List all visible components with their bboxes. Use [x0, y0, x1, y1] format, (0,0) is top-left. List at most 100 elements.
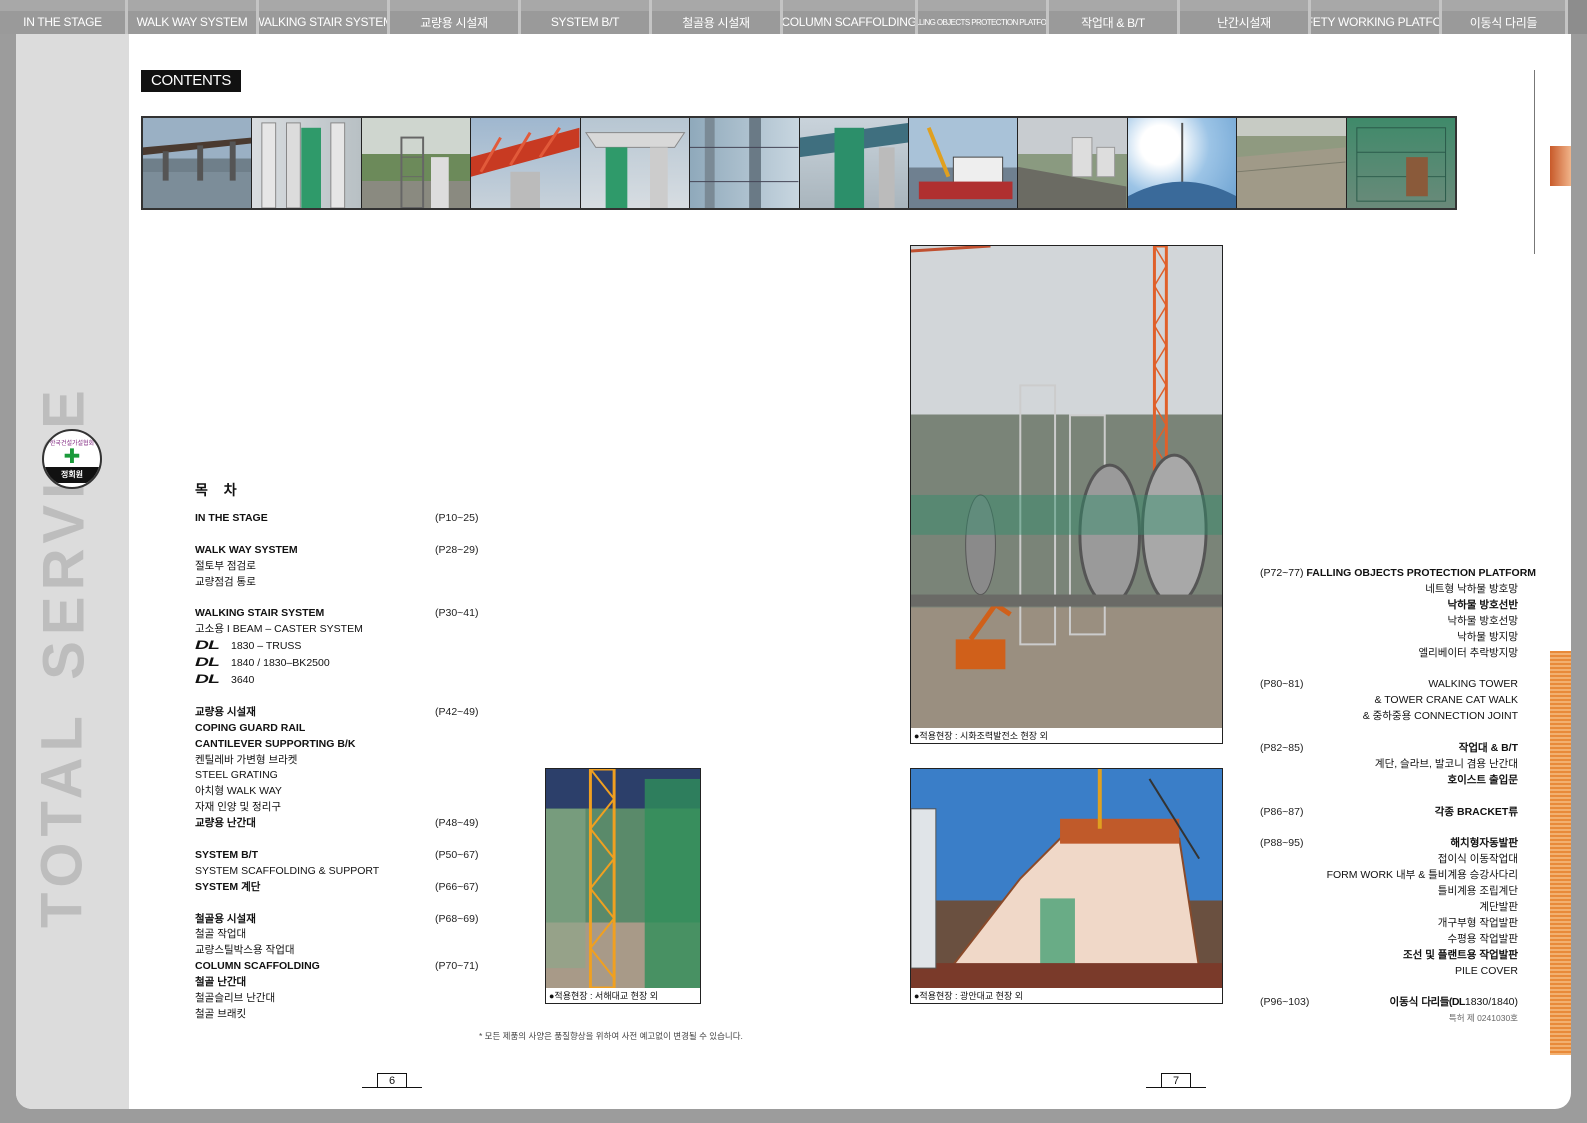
toc-group-hatch: (P88~95) 해치형자동발판 접이식 이동작업대 FORM WORK 내부 &… [1260, 836, 1518, 979]
dl-logo: DL [195, 672, 220, 687]
nav-tab[interactable]: COLUMN SCAFFOLDING [783, 0, 918, 34]
toc-page: (P88~95) [1260, 837, 1304, 850]
edge-line [1534, 70, 1535, 254]
nav-tab[interactable]: 이동식 다리들 [1442, 0, 1568, 34]
toc-group-bridge: 교량용 시설재 (P42~49) COPING GUARD RAIL CANTIL… [195, 705, 495, 832]
nav-tab[interactable]: 교량용 시설재 [390, 0, 521, 34]
dl-brand-logo: 다리들(DL [1421, 996, 1465, 1009]
nav-tab[interactable]: IN THE STAGE [0, 0, 128, 34]
toc-group-stair: WALKING STAIR SYSTEM (P30~41) 고소용 I BEAM … [195, 606, 495, 689]
nav-tab[interactable]: 작업대 & B/T [1049, 0, 1180, 34]
toc-heading[interactable]: WALKING STAIR SYSTEM [195, 606, 324, 622]
strip-photo-bridge [143, 118, 253, 208]
toc-item: 낙하물 방지망 [1457, 630, 1518, 643]
toc-item-bold: 호이스트 출입문 [1447, 773, 1518, 786]
toc-group-steel: 철골용 시설재 (P68~69) 철골 작업대 교량스틸박스용 작업대 COLUM… [195, 912, 495, 1023]
nav-tab[interactable]: SAFETY WORKING PLATFORM [1311, 0, 1442, 34]
seal-emblem-icon: ✚ [63, 445, 81, 468]
seal-name: 정회원 [44, 466, 100, 483]
toc-item: 개구부형 작업발판 [1437, 916, 1518, 929]
toc-page: (P96~103) [1260, 996, 1310, 1009]
photo-caption: ●적용현장 : 광안대교 현장 외 [914, 991, 1024, 1001]
patent-note: 특허 제 0241030호 [1448, 1013, 1518, 1024]
toc-heading[interactable]: 철골용 시설재 [195, 912, 256, 928]
toc-heading[interactable]: SYSTEM 계단 [195, 880, 260, 896]
contents-label: CONTENTS [141, 70, 242, 92]
strip-photo-pier-cap [580, 118, 691, 208]
toc-title: 목 차 [195, 482, 243, 498]
rail-word-service: SERVICE [31, 384, 97, 680]
nav-tab[interactable]: SYSTEM B/T [521, 0, 652, 34]
photo-caption: ●적용현장 : 서해대교 현장 외 [549, 991, 659, 1001]
association-seal: 한국건설가설협회 ✚ 정회원 [42, 429, 102, 489]
dl-logo: DL [195, 655, 220, 670]
toc-item-bold: COPING GUARD RAIL [195, 721, 306, 734]
nav-tab[interactable]: 철골용 시설재 [652, 0, 783, 34]
edge-photo-tab [1550, 146, 1571, 186]
toc-item: 계단발판 [1479, 900, 1518, 913]
toc-page: (P82~85) [1260, 741, 1304, 754]
toc-item: & 중하중용 CONNECTION JOINT [1362, 710, 1518, 723]
toc-item: 자재 인양 및 정리구 [195, 801, 282, 814]
toc-heading[interactable]: 교량용 난간대 [195, 816, 256, 832]
strip-photo-facade [1346, 118, 1456, 208]
toc-page: (P68~69) [435, 912, 479, 925]
strip-photo-tower [361, 118, 472, 208]
nav-tab[interactable]: WALK WAY SYSTEM [128, 0, 259, 34]
page-number-left: 6 [362, 1072, 422, 1088]
toc-item: & TOWER CRANE CAT WALK [1374, 694, 1518, 707]
toc-group-in-stage: IN THE STAGE (P10~25) [195, 511, 495, 527]
toc-item: SYSTEM SCAFFOLDING & SUPPORT [195, 864, 380, 877]
photo-seohae-bridge: ●적용현장 : 서해대교 현장 외 [545, 768, 701, 1004]
toc-item: 철골 작업대 [195, 928, 247, 941]
page-number: 7 [1161, 1073, 1191, 1087]
toc-heading[interactable]: SYSTEM B/T [195, 848, 258, 864]
toc-heading[interactable]: COLUMN SCAFFOLDING [195, 959, 320, 975]
toc-heading[interactable]: FALLING OBJECTS PROTECTION PLATFORM [1306, 567, 1536, 579]
toc-item: 고소용 I BEAM – CASTER SYSTEM [195, 623, 363, 636]
strip-photo-ship [908, 118, 1019, 208]
nav-tab[interactable]: 난간시설재 [1180, 0, 1311, 34]
strip-photo-sky-structure [1127, 118, 1238, 208]
toc-item: PILE COVER [1454, 964, 1518, 977]
toc-left-column: IN THE STAGE (P10~25) WALK WAY SYSTEM (P28… [195, 511, 495, 1039]
toc-heading[interactable]: WALK WAY SYSTEM [195, 543, 298, 559]
toc-page: (P28~29) [435, 543, 479, 556]
toc-item: STEEL GRATING [195, 769, 278, 782]
toc-item: FORM WORK 내부 & 틀비계용 승강사다리 [1326, 869, 1518, 882]
toc-item: 엘리베이터 추락방지망 [1418, 646, 1518, 659]
toc-heading[interactable]: 이동식 [1389, 996, 1418, 1008]
edge-orange-stripe [1550, 651, 1571, 1055]
photo-gwangan-bridge: ●적용현장 : 광안대교 현장 외 [910, 768, 1223, 1004]
toc-item: 교량스틸박스용 작업대 [195, 944, 295, 957]
toc-page: (P50~67) [435, 848, 479, 861]
toc-item: 켄틸레바 가변형 브라켓 [195, 753, 298, 766]
nav-tab[interactable]: FALLING OBJECTS PROTECTION PLATFORM [918, 0, 1049, 34]
left-rail: SERVICE TOTAL 한국건설가설협회 ✚ 정회원 [16, 34, 129, 1109]
nav-tab[interactable]: WALKING STAIR SYSTEM [259, 0, 390, 34]
toc-page: (P86~87) [1260, 805, 1304, 818]
strip-photo-piers [252, 118, 362, 208]
toc-item: 네트형 낙하물 방호망 [1425, 582, 1518, 595]
page-number: 6 [377, 1073, 407, 1087]
toc-heading[interactable]: 교량용 시설재 [195, 705, 256, 721]
toc-page: (P30~41) [435, 607, 479, 620]
toc-page: (P10~25) [435, 512, 479, 524]
toc-group-system: SYSTEM B/T (P50~67) SYSTEM SCAFFOLDING & … [195, 848, 495, 896]
strip-photo-scaffold [690, 118, 800, 208]
page-number-right: 7 [1146, 1072, 1206, 1088]
strip-photo-city [1018, 118, 1128, 208]
toc-item: 1830/1840) [1464, 996, 1518, 1009]
toc-item: 낙하물 방호선망 [1447, 614, 1518, 627]
toc-item: 철골 브래킷 [195, 1008, 247, 1021]
toc-item-bold: CANTILEVER SUPPORTING B/K [195, 737, 356, 750]
toc-item: 계단, 슬라브, 발코니 겸용 난간대 [1374, 757, 1518, 770]
toc-heading[interactable]: IN THE STAGE [195, 511, 268, 527]
toc-item: 철골슬리브 난간대 [195, 992, 276, 1005]
toc-group-workbench: (P82~85) 작업대 & B/T 계단, 슬라브, 발코니 겸용 난간대 호… [1260, 741, 1518, 789]
top-nav: IN THE STAGE WALK WAY SYSTEM WALKING STAIR… [0, 0, 1587, 34]
toc-item: 틀비계용 조립계단 [1437, 885, 1518, 898]
photo-caption: ●적용현장 : 시화조력발전소 현장 외 [914, 731, 1048, 741]
toc-item: 교량점검 통로 [195, 575, 256, 588]
toc-page: (P72~77) [1260, 567, 1304, 579]
